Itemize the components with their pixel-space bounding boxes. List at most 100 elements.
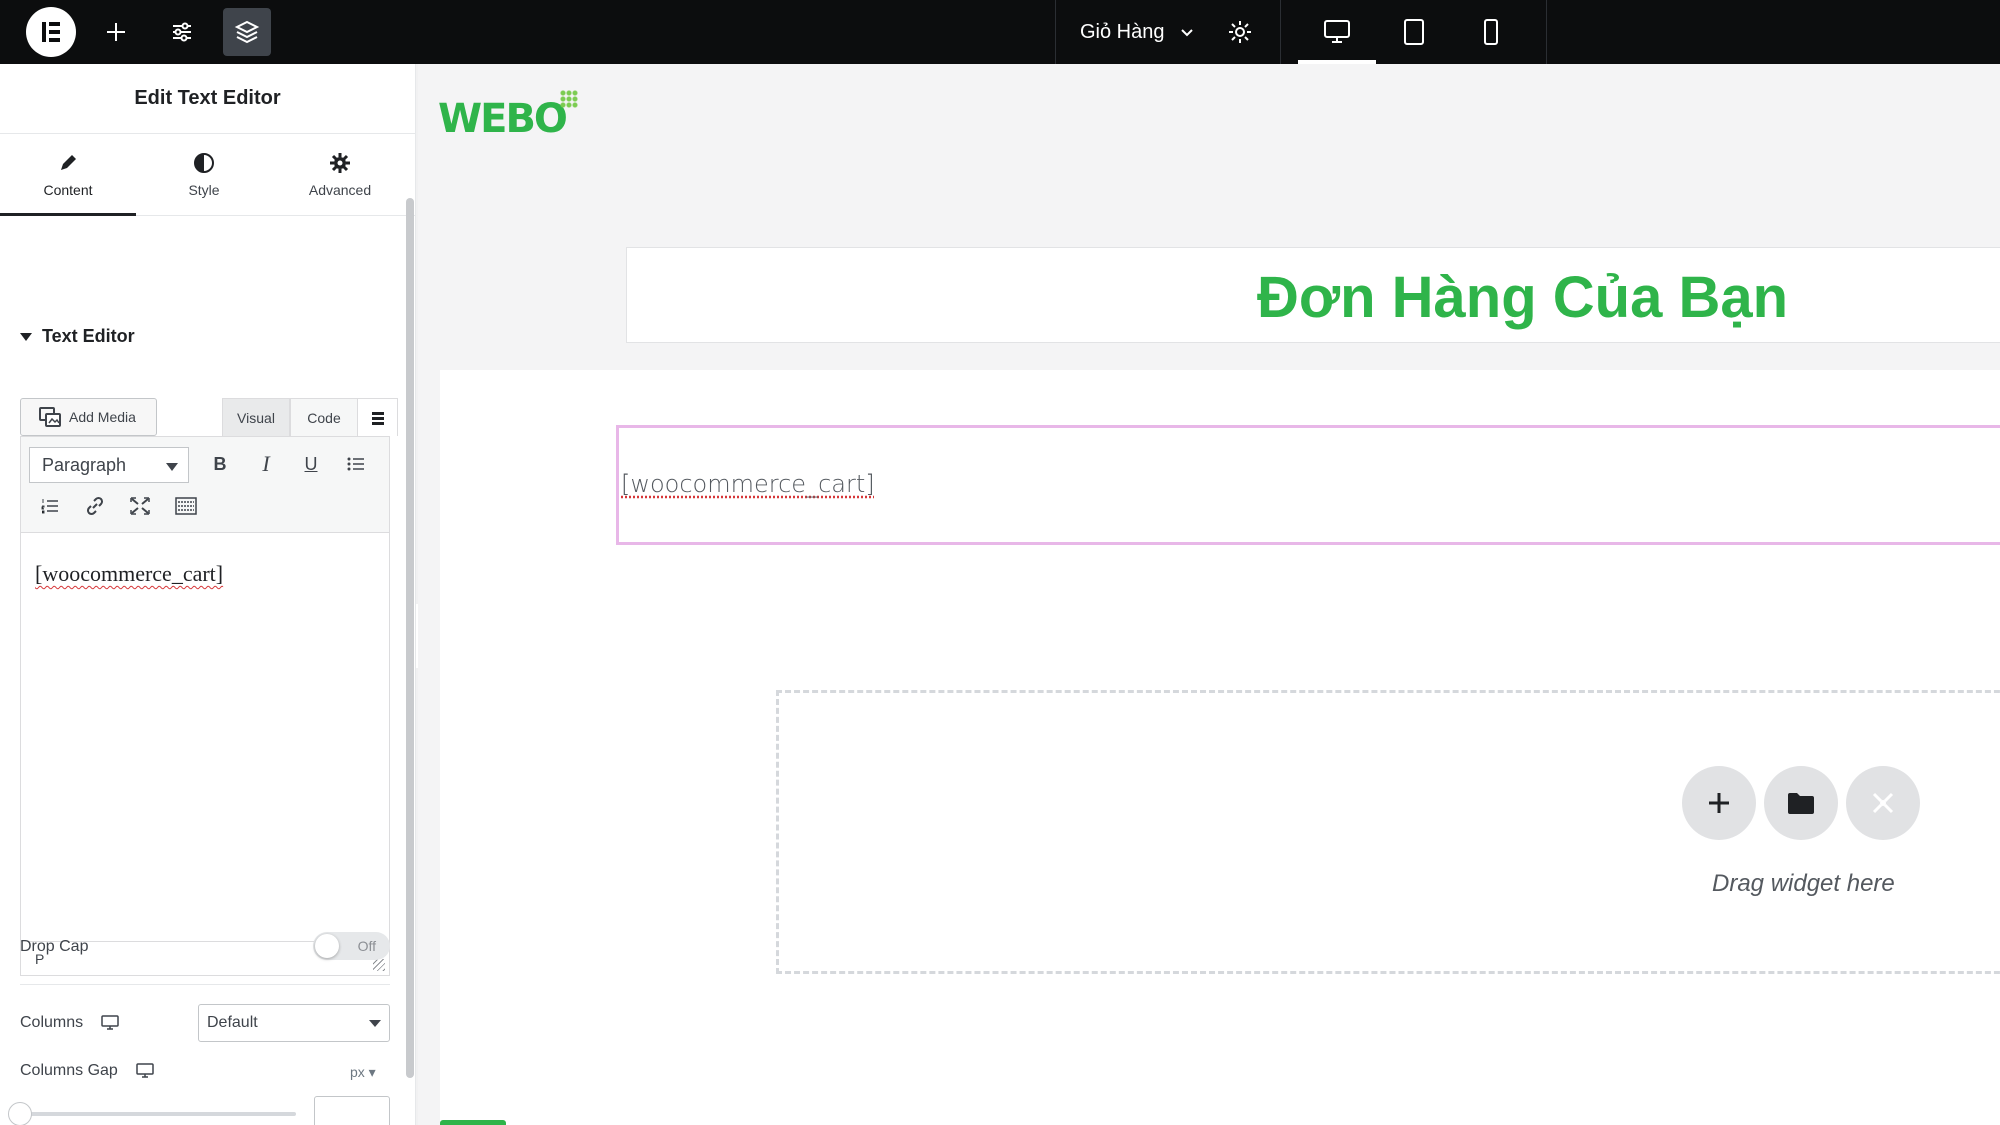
fullscreen-button[interactable] [123,489,157,523]
page-settings-button[interactable] [1216,8,1264,56]
columns-label: Columns [20,1014,119,1032]
divider [20,984,390,985]
add-element-button[interactable] [92,8,140,56]
columns-select[interactable]: Default [198,1004,390,1042]
shortcode-content: [woocommerce_cart] [621,470,875,498]
drop-cap-text: Drop Cap [20,938,89,955]
columns-text: Columns [20,1014,84,1031]
editor-body[interactable]: [woocommerce_cart] [35,561,223,587]
editor-text: [woocommerce_cart] [35,561,224,586]
bullet-list-icon [347,457,364,471]
editor-panel: Edit Text Editor Content Style Advanced … [0,64,416,1125]
gear-icon [329,152,351,174]
numbered-list-icon [41,499,58,514]
format-select[interactable]: Paragraph [29,447,189,483]
toolbar-more-button[interactable] [169,489,203,523]
tab-label: Advanced [308,181,372,198]
panel-tabs: Content Style Advanced [0,134,415,216]
italic-button[interactable]: I [249,447,283,481]
page-heading: Đơn Hàng Của Bạn [1257,265,1789,330]
structure-button[interactable] [223,8,271,56]
link-icon [86,496,104,516]
plus-icon [107,23,125,41]
chevron-down-icon [1180,29,1193,37]
kitchen-sink-icon [371,411,384,425]
columns-gap-text: Columns Gap [20,1062,118,1079]
tab-label: Content [43,181,93,198]
fullscreen-icon [130,497,150,515]
tab-visual[interactable]: Visual [222,398,290,436]
caret-down-icon [166,463,178,471]
wysiwyg-editor: Paragraph B I U [woocommerce_cart] P [20,436,390,976]
media-icon [39,407,61,427]
insert-link-button[interactable] [78,489,112,523]
resize-grip-icon[interactable] [373,959,385,971]
gear-icon [1229,21,1251,43]
toggle-knob [315,934,339,958]
columns-gap-label: Columns Gap [20,1062,154,1080]
topbar-divider [1280,0,1281,64]
tablet-icon [1404,19,1424,45]
sliders-icon [173,22,191,42]
topbar-divider [1546,0,1547,64]
columns-value: Default [207,1014,258,1031]
slider-handle[interactable] [8,1102,32,1125]
columns-gap-input[interactable] [314,1096,390,1125]
preview-canvas: WEBO Đơn Hàng Của Bạn [woocommerce_cart]… [418,64,2000,1125]
desktop-icon [101,1015,119,1030]
top-bar: Giỏ Hàng [0,0,2000,64]
elementor-logo-icon[interactable] [26,7,76,57]
section-title: Text Editor [42,326,135,346]
toolbar-toggle-button[interactable] [358,398,398,436]
tab-style[interactable]: Style [136,134,272,215]
site-logo[interactable]: WEBO [438,90,578,142]
tablet-view-button[interactable] [1375,0,1453,64]
add-template-button[interactable] [1764,766,1838,840]
mobile-icon [1484,19,1498,45]
unit-selector[interactable]: px ▾ [350,1064,376,1081]
drop-cap-label: Drop Cap [20,938,88,956]
caret-down-icon [20,332,32,341]
bullet-list-button[interactable] [339,447,373,481]
toggle-state: Off [357,938,376,954]
page-selector[interactable]: Giỏ Hàng [1056,0,1206,64]
caret-down-icon [369,1020,381,1027]
ai-generate-button[interactable] [1846,766,1920,840]
panel-scrollbar[interactable] [406,198,414,1078]
drop-cap-toggle[interactable]: Off [313,932,390,960]
pencil-icon [57,152,79,174]
add-widget-button[interactable] [1682,766,1756,840]
plus-icon [1709,793,1729,813]
sparkle-icon [1872,792,1894,814]
logo-text: WEBO [438,96,568,142]
heading-widget[interactable]: Đơn Hàng Của Bạn [626,247,2000,343]
shortcode-text: [woocommerce_cart] [621,470,875,498]
editor-toolbar: Paragraph B I U [21,437,389,533]
folder-icon [1788,793,1814,814]
text-editor-widget[interactable]: [woocommerce_cart] [616,425,2000,545]
mobile-view-button[interactable] [1452,0,1530,64]
keyboard-icon [175,497,197,515]
unit-label: px [350,1064,365,1080]
add-media-label: Add Media [69,409,136,425]
section-indicator [440,1120,506,1125]
page-name: Giỏ Hàng [1080,20,1165,43]
tab-advanced[interactable]: Advanced [272,134,408,215]
bold-button[interactable]: B [203,447,237,481]
half-circle-icon [193,152,215,174]
underline-button[interactable]: U [294,447,328,481]
add-media-button[interactable]: Add Media [20,398,157,436]
section-toggle-text-editor[interactable]: Text Editor [20,326,135,347]
tab-label: Style [188,181,220,198]
columns-gap-slider[interactable] [20,1112,296,1116]
desktop-view-button[interactable] [1298,0,1376,64]
drop-zone-hint: Drag widget here [1712,870,1895,897]
tab-code[interactable]: Code [290,398,358,436]
numbered-list-button[interactable] [33,489,67,523]
tab-content[interactable]: Content [0,134,136,216]
panel-title: Edit Text Editor [0,64,415,134]
logo-dots-icon [559,90,578,108]
layers-icon [234,20,260,44]
desktop-icon [136,1063,154,1078]
site-settings-button[interactable] [158,8,206,56]
